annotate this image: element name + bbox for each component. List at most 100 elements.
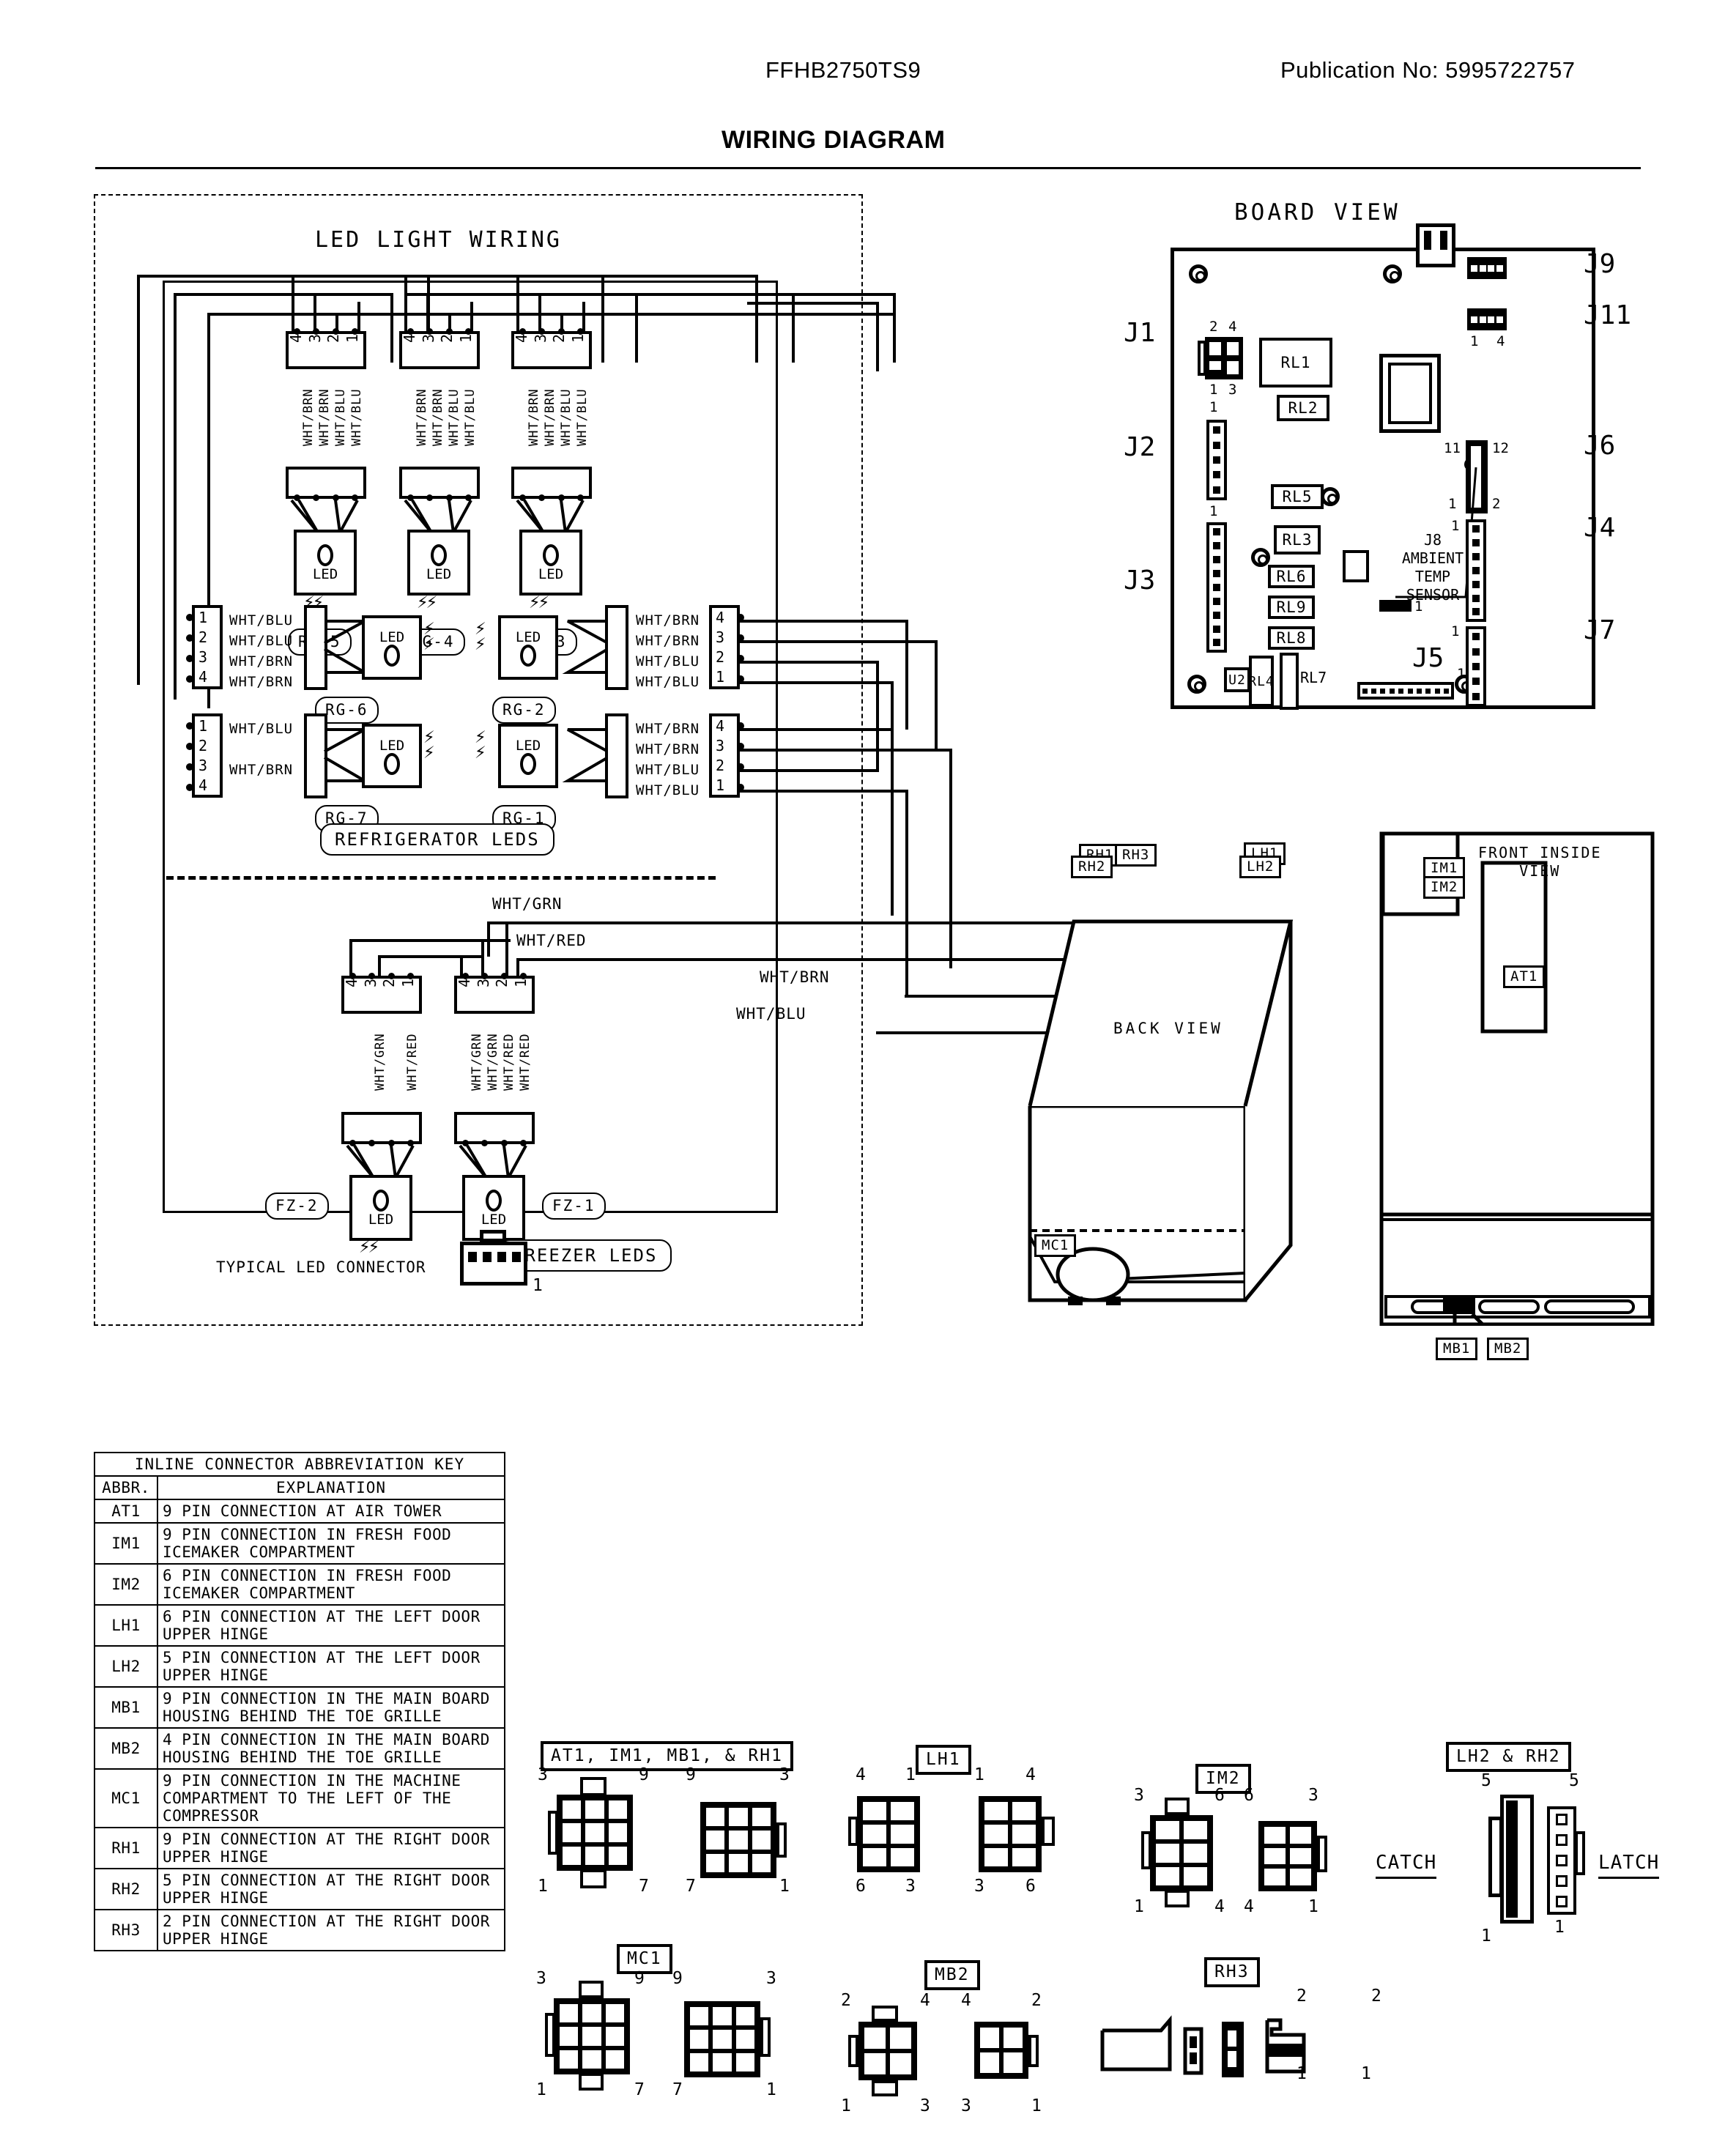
- typical-led-connector-glyph: [460, 1242, 527, 1286]
- connector-rg6[interactable]: 1 2 3 4: [192, 605, 223, 689]
- j1-pin-2: [1209, 342, 1221, 355]
- j2-pin-num: 1: [1209, 399, 1218, 415]
- wire-label: WHT/BRN: [229, 762, 294, 778]
- connector-fz1[interactable]: 1 2 3 4: [454, 976, 535, 1014]
- row-expl: 6 PIN CONNECTION AT THE LEFT DOOR UPPER …: [157, 1604, 505, 1647]
- bus-wire: [601, 275, 604, 363]
- pin-dots: [737, 722, 744, 791]
- light-bolt-icon: ⚡⚡: [359, 1236, 379, 1258]
- led-circle: [373, 1189, 389, 1212]
- pin-label: 4: [287, 334, 305, 344]
- row-abbr: LH2: [94, 1645, 158, 1688]
- connector-side-tab: [1028, 2035, 1039, 2067]
- pin-dots: [513, 328, 590, 335]
- pin-num: 4: [920, 1991, 930, 2010]
- connector-group-label-mb2: MB2: [924, 1960, 980, 1990]
- col-header-explanation: EXPLANATION: [157, 1475, 505, 1500]
- route-wire: [740, 620, 908, 623]
- table-row: IM2 6 PIN CONNECTION IN FRESH FOOD ICEMAK…: [94, 1563, 505, 1606]
- connector-side-tab: [776, 1822, 787, 1858]
- wire-label: WHT/BRN: [229, 653, 294, 670]
- connector-j4[interactable]: [1466, 519, 1486, 622]
- label-j5: J5: [1412, 643, 1444, 673]
- key-table-title: INLINE CONNECTOR ABBREVIATION KEY: [94, 1452, 505, 1477]
- connector-side-tab: [848, 1817, 858, 1846]
- route-wire: [740, 749, 952, 752]
- connector-j11[interactable]: [1467, 308, 1507, 330]
- connector-j9[interactable]: [1467, 257, 1507, 279]
- connector-mc1-male: [554, 1998, 630, 2074]
- harness-rg2: [605, 605, 628, 690]
- row-expl: 9 PIN CONNECTION IN THE MACHINE COMPARTM…: [157, 1768, 505, 1828]
- pin-num: 6: [1244, 1786, 1254, 1805]
- route-wire: [949, 749, 952, 968]
- wire-label: WHT/BLU: [636, 782, 700, 798]
- drop-wire: [292, 275, 294, 333]
- led-rg4: LED: [407, 530, 470, 596]
- led-rg6: LED: [362, 615, 422, 680]
- label-rh2: RH2: [1071, 856, 1113, 878]
- connector-rg5[interactable]: 1 2 3 4: [286, 331, 366, 369]
- j3-pin-num: 1: [1209, 503, 1218, 519]
- wire-label: WHT/BRN: [636, 741, 700, 757]
- pin-num: 4: [1214, 1897, 1225, 1916]
- board-outline: 2 4 1 3 RL1 RL2 RL5 RL3 RL6 RL9 RL8 RL4 …: [1171, 223, 1595, 710]
- pin-dots: [737, 614, 744, 683]
- pin-num: 6: [1214, 1786, 1225, 1805]
- label-j6: J6: [1584, 431, 1616, 461]
- connector-rg7[interactable]: 1 2 3 4: [192, 713, 223, 798]
- connector-side-tab: [1141, 1831, 1151, 1869]
- light-bolt-icon: ⚡⚡: [529, 591, 549, 613]
- wire-label: WHT/BLU: [229, 633, 294, 649]
- connector-at1-female: [700, 1802, 776, 1878]
- route-wire: [740, 681, 894, 684]
- light-bolt-icon: ⚡⚡: [475, 617, 486, 655]
- row-expl: 6 PIN CONNECTION IN FRESH FOOD ICEMAKER …: [157, 1563, 505, 1606]
- route-wire: [740, 769, 879, 772]
- row-abbr: AT1: [94, 1499, 158, 1524]
- wire-label: WHT/BRN: [636, 721, 700, 737]
- table-row: MB1 9 PIN CONNECTION IN THE MAIN BOARD HO…: [94, 1686, 505, 1729]
- j7-pin-num: 1: [1451, 623, 1460, 639]
- led-circle: [384, 752, 400, 775]
- connector-lh2-latch-body: [1547, 1806, 1576, 1915]
- top-edge-connector[interactable]: [1416, 223, 1455, 267]
- light-bolt-icon: ⚡⚡: [475, 726, 486, 763]
- j1-pin-num: 4: [1228, 319, 1237, 335]
- relay-rl7-label: RL7: [1300, 669, 1327, 686]
- jumper-header[interactable]: [1379, 600, 1412, 612]
- publication-no: Publication No: 5995722757: [1280, 57, 1576, 83]
- connector-rg3[interactable]: 1 2 3 4: [511, 331, 592, 369]
- connector-j2[interactable]: [1206, 420, 1227, 500]
- connector-rg4[interactable]: 1 2 3 4: [399, 331, 480, 369]
- connector-rg1[interactable]: 4 3 2 1: [709, 713, 740, 798]
- pin-num: 4: [1025, 1765, 1036, 1784]
- wire-label: WHT/BLU: [636, 762, 700, 778]
- j6-pin-num: 2: [1492, 496, 1501, 512]
- catch-feature: [1488, 1817, 1503, 1897]
- pin-num: 3: [961, 2096, 971, 2115]
- pin-num: 1: [1297, 2064, 1307, 2083]
- connector-j5[interactable]: [1357, 682, 1454, 700]
- relay-rl9: RL9: [1268, 596, 1315, 619]
- pin-label: 3: [305, 334, 324, 344]
- catch-label: CATCH: [1376, 1852, 1437, 1879]
- connector-rg2[interactable]: 4 3 2 1: [709, 605, 740, 689]
- j1-pin-num: 1: [1209, 382, 1218, 398]
- connector-j3[interactable]: [1206, 522, 1227, 653]
- connector-j7[interactable]: [1466, 626, 1486, 707]
- route-wire: [740, 661, 879, 664]
- bus-wire: [893, 293, 896, 363]
- pin-num: 3: [1134, 1786, 1144, 1805]
- bus-wire: [174, 293, 393, 296]
- connector-group-label-at1: AT1, IM1, MB1, & RH1: [541, 1741, 793, 1771]
- label-rh3: RH3: [1115, 844, 1157, 867]
- mounting-hole: [1189, 264, 1208, 283]
- pin-num: 9: [639, 1765, 649, 1784]
- jumper-pin-num: 1: [1414, 598, 1423, 615]
- connector-fz2[interactable]: 1 2 3 4: [341, 976, 422, 1014]
- relay-rl4: RL4: [1248, 656, 1274, 707]
- relay-rl7: [1280, 653, 1299, 710]
- label-mc1: MC1: [1034, 1234, 1077, 1257]
- connector-group-label-lh2-rh2: LH2 & RH2: [1446, 1742, 1571, 1772]
